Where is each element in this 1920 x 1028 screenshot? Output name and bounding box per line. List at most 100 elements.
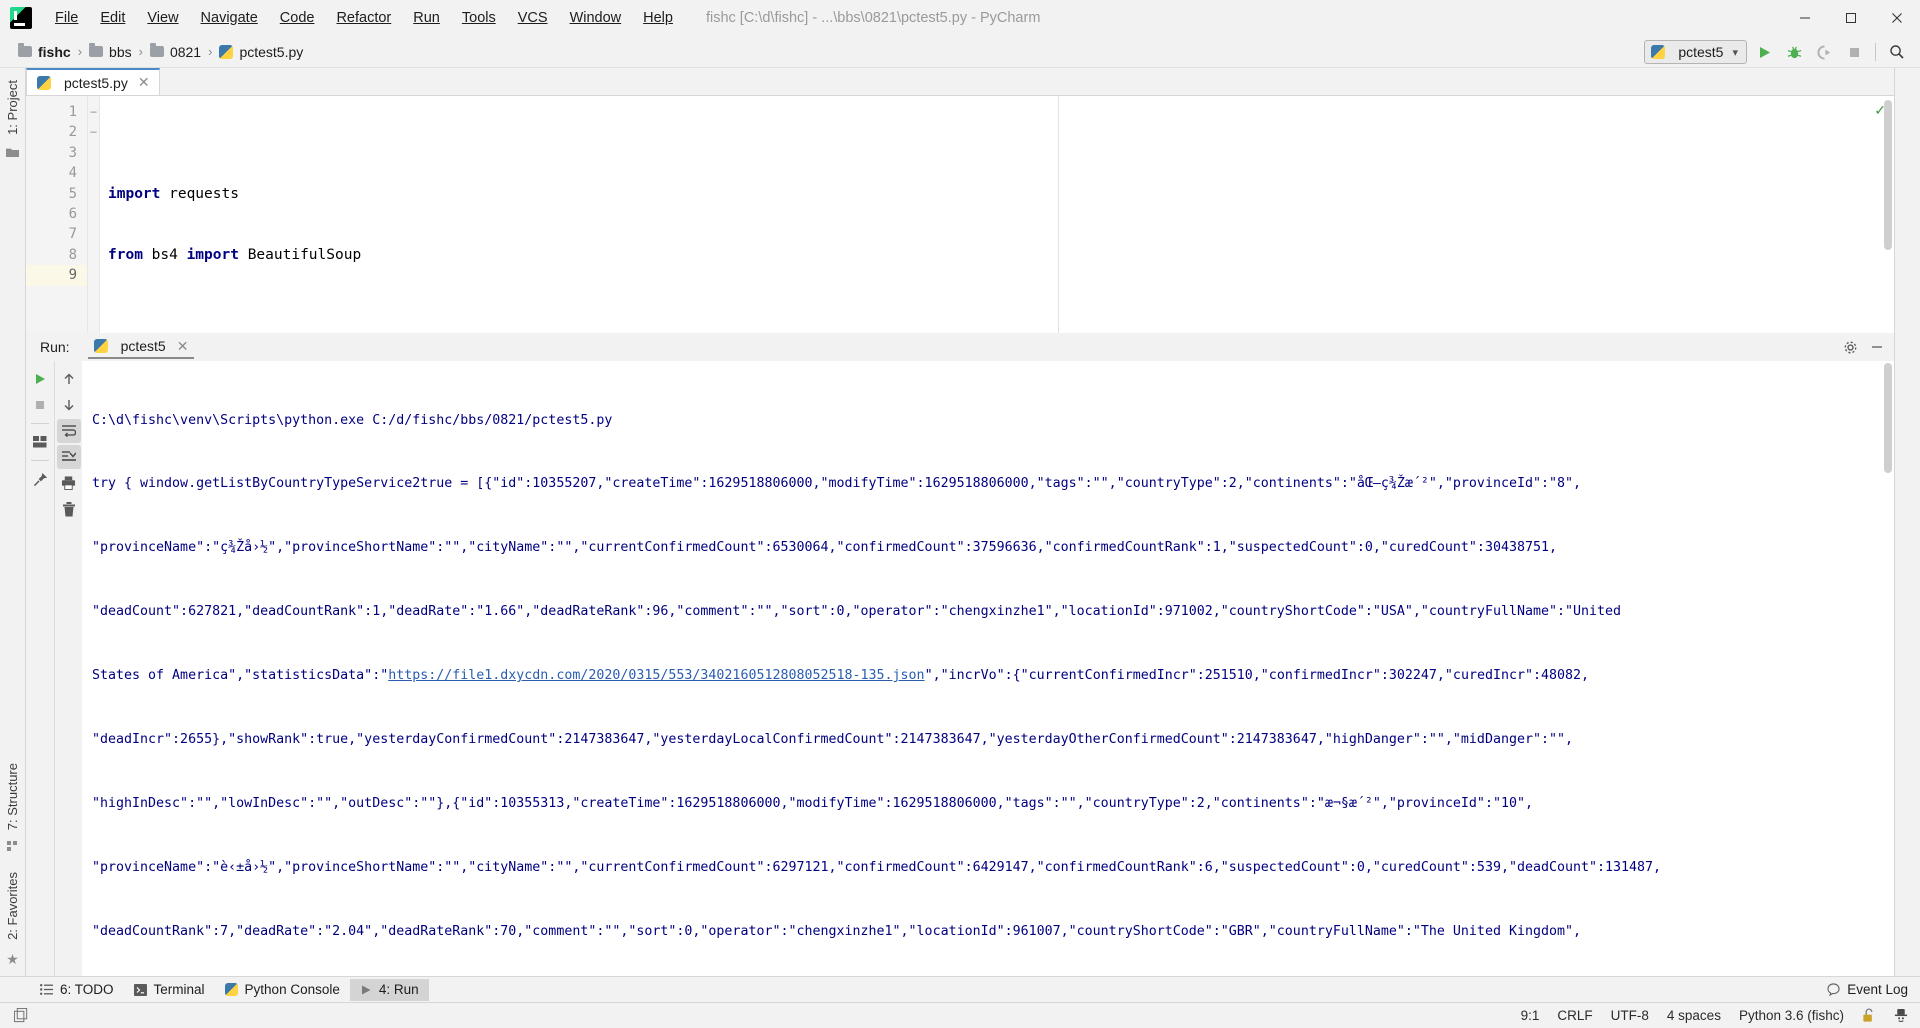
memory-indicator-icon[interactable] (14, 1008, 29, 1023)
run-button[interactable] (1751, 39, 1777, 65)
structure-icon (6, 841, 19, 852)
down-button[interactable] (57, 393, 81, 417)
editor-tab-strip: pctest5.py ✕ (26, 68, 1894, 96)
breadcrumb-item-bbs[interactable]: bbs (85, 42, 136, 62)
soft-wrap-button[interactable] (56, 419, 81, 443)
up-button[interactable] (57, 367, 81, 391)
breadcrumb: fishc › bbs › 0821 › pctest5.py (14, 42, 307, 62)
close-icon[interactable]: ✕ (138, 74, 150, 91)
tool-window-label: Terminal (153, 982, 205, 997)
left-tabs-top: 1: Project (2, 72, 23, 158)
run-configuration-selector[interactable]: pctest5 ▾ (1644, 40, 1747, 64)
code-content[interactable]: import requests from bs4 import Beautifu… (100, 96, 1894, 333)
folder-icon (149, 43, 164, 57)
menu-item-vcs[interactable]: VCS (507, 5, 559, 31)
breadcrumb-item-pctest5[interactable]: pctest5.py (215, 42, 307, 62)
debug-button[interactable] (1781, 39, 1807, 65)
hyperlink[interactable]: https://file1.dxycdn.com/2020/0315/553/3… (388, 668, 924, 683)
close-button[interactable] (1874, 0, 1920, 36)
sidebar-item-structure[interactable]: 7: Structure (2, 755, 23, 838)
trash-icon[interactable] (57, 497, 81, 521)
line-number: 2 (68, 124, 77, 141)
pycharm-logo-icon (10, 7, 32, 29)
python-file-icon (219, 44, 234, 59)
menu-item-tools[interactable]: Tools (451, 5, 507, 31)
console-text: ","incrVo":{"currentConfirmedIncr":25151… (924, 668, 1590, 684)
menu-item-code[interactable]: Code (269, 5, 326, 31)
code-folding-gutter[interactable]: − − (88, 96, 100, 333)
sidebar-item-label: 2: Favorites (5, 872, 20, 940)
balloon-icon (1827, 983, 1840, 996)
layout-button[interactable] (28, 430, 52, 454)
tool-window-run[interactable]: 4: Run (349, 978, 429, 1001)
tool-window-todo[interactable]: 6: TODO (30, 979, 124, 1001)
breadcrumb-item-0821[interactable]: 0821 (146, 42, 205, 62)
menu-item-view[interactable]: View (136, 5, 189, 31)
breadcrumb-label: 0821 (169, 43, 202, 60)
stop-button[interactable] (28, 393, 52, 417)
console-text: States of America","statisticsData":" (92, 668, 389, 684)
run-console-output[interactable]: C:\d\fishc\venv\Scripts\python.exe C:/d/… (82, 361, 1894, 976)
code-line-1: import requests (108, 185, 239, 202)
menu-label: Run (413, 10, 440, 26)
minimize-icon[interactable] (1870, 340, 1884, 354)
caret-position[interactable]: 9:1 (1521, 1008, 1540, 1023)
rerun-button[interactable] (28, 367, 52, 391)
breadcrumb-label: fishc (38, 43, 71, 60)
menu-item-window[interactable]: Window (559, 5, 633, 31)
tool-window-terminal[interactable]: Terminal (124, 979, 215, 1001)
menu-item-file[interactable]: File (44, 5, 89, 31)
menu-item-navigate[interactable]: Navigate (190, 5, 269, 31)
close-icon[interactable]: ✕ (177, 338, 189, 355)
sidebar-item-favorites[interactable]: 2: Favorites (2, 864, 23, 948)
fold-marker[interactable]: − (88, 102, 99, 122)
main-menu: File Edit View Navigate Code Refactor Ru… (44, 5, 684, 31)
print-button[interactable] (57, 471, 81, 495)
search-everywhere-button[interactable] (1884, 39, 1910, 65)
sidebar-item-label: 7: Structure (5, 762, 20, 831)
tool-window-label: 4: Run (378, 982, 419, 997)
run-tab-label: pctest5 (120, 338, 166, 354)
fold-marker[interactable]: − (88, 122, 99, 142)
tool-window-python-console[interactable]: Python Console (215, 979, 350, 1001)
right-tool-window-bar (1894, 68, 1920, 976)
project-folder-icon (6, 147, 19, 158)
line-number: 5 (68, 185, 77, 202)
menu-label: File (55, 10, 79, 26)
hector-inspection-icon[interactable] (1894, 1008, 1908, 1023)
minimize-button[interactable] (1782, 0, 1828, 36)
menu-item-refactor[interactable]: Refactor (325, 5, 402, 31)
line-number: 4 (68, 165, 77, 182)
stop-button[interactable] (1841, 39, 1867, 65)
sidebar-item-project[interactable]: 1: Project (2, 72, 23, 143)
line-number-gutter: 1 2 3 4 5 6 7 8 9 (26, 96, 88, 333)
python-interpreter[interactable]: Python 3.6 (fishc) (1739, 1008, 1844, 1023)
console-scrollbar[interactable] (1884, 363, 1892, 473)
folder-icon (89, 43, 104, 57)
python-file-icon (37, 75, 51, 90)
menu-item-run[interactable]: Run (402, 5, 451, 31)
menu-item-edit[interactable]: Edit (89, 5, 136, 31)
pin-button[interactable] (28, 467, 52, 491)
editor-scrollbar[interactable] (1884, 100, 1892, 250)
run-tool-window-header: Run: pctest5 ✕ (26, 333, 1894, 361)
run-with-coverage-button[interactable] (1811, 39, 1837, 65)
menu-item-help[interactable]: Help (632, 5, 684, 31)
sidebar-item-label: 1: Project (5, 80, 20, 135)
line-separator[interactable]: CRLF (1557, 1008, 1592, 1023)
file-encoding[interactable]: UTF-8 (1611, 1008, 1649, 1023)
event-log-button[interactable]: Event Log (1827, 982, 1908, 997)
run-tab-pctest5[interactable]: pctest5 ✕ (87, 336, 195, 359)
scroll-to-end-button[interactable] (56, 445, 81, 469)
line-number: 1 (68, 104, 77, 120)
gear-icon[interactable] (1843, 340, 1858, 355)
breadcrumb-item-fishc[interactable]: fishc (14, 42, 75, 62)
run-tool-window-body: C:\d\fishc\venv\Scripts\python.exe C:/d/… (26, 361, 1894, 976)
maximize-button[interactable] (1828, 0, 1874, 36)
status-bar-right: 9:1 CRLF UTF-8 4 spaces Python 3.6 (fish… (1521, 1008, 1908, 1023)
indent-setting[interactable]: 4 spaces (1667, 1008, 1721, 1023)
editor-area[interactable]: 1 2 3 4 5 6 7 8 9 − − import requests fr… (26, 96, 1894, 333)
editor-tab-pctest5[interactable]: pctest5.py ✕ (26, 68, 160, 95)
unlocked-padlock-icon[interactable] (1862, 1008, 1876, 1023)
